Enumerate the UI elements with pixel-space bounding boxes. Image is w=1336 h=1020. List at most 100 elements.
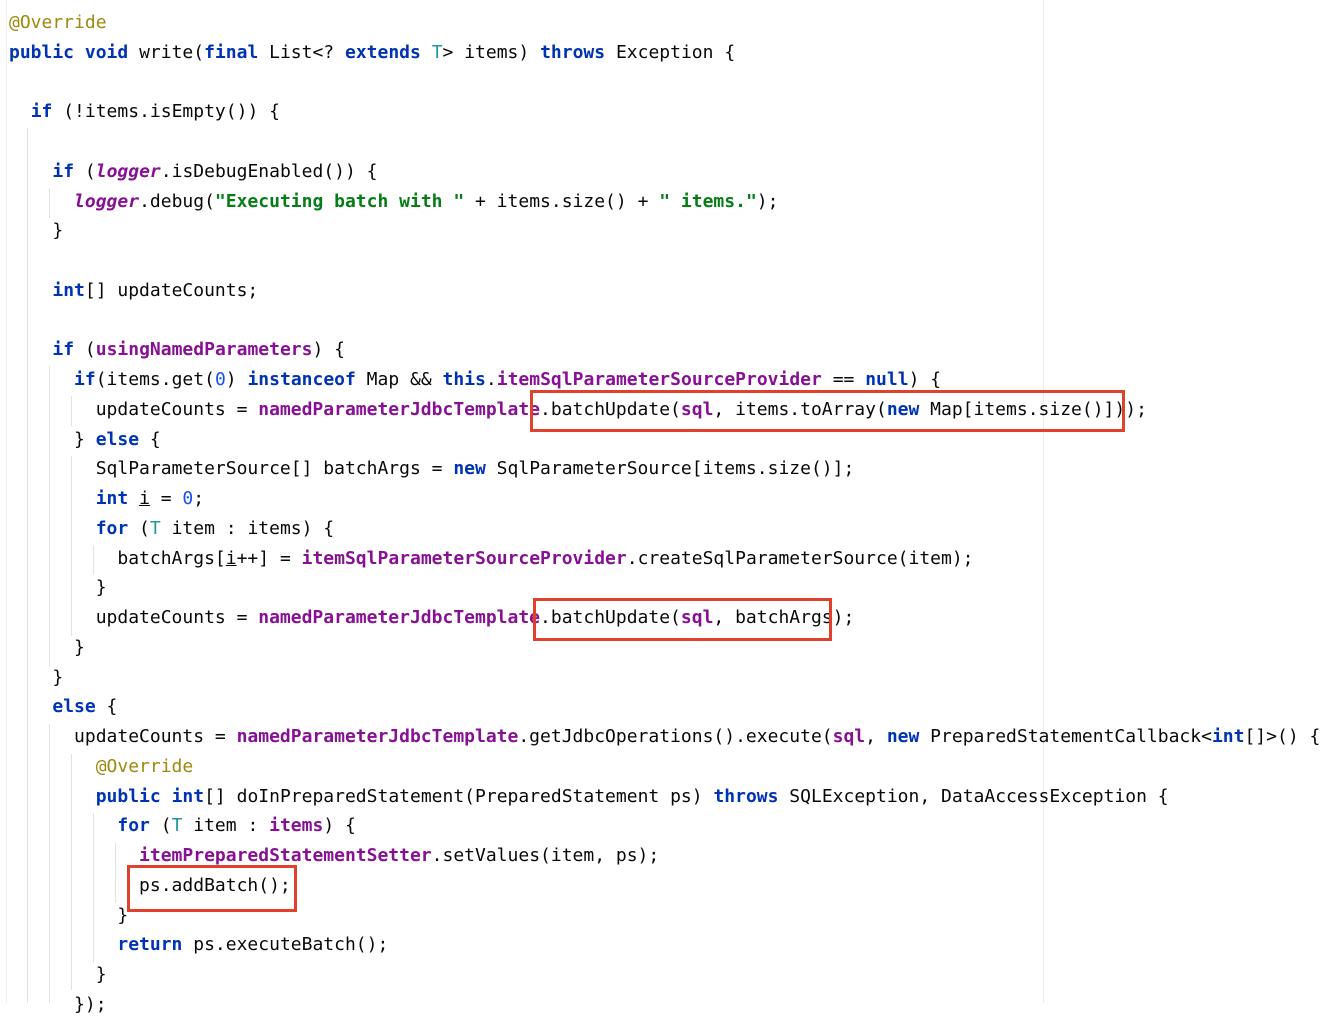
code-token: logger (95, 161, 161, 182)
code-token: ( (74, 161, 96, 182)
code-token: ); (756, 191, 779, 212)
code-token: ( (128, 518, 150, 539)
code-token: }); (9, 994, 107, 1015)
code-token: .createSqlParameterSource(item); (626, 548, 974, 569)
code-token: item : items) { (160, 518, 335, 539)
code-token: int (1211, 726, 1245, 747)
code-line: } (9, 663, 63, 693)
code-line: } (9, 216, 63, 246)
code-token: logger (74, 191, 140, 212)
code-token: null (865, 369, 909, 390)
code-token: if (30, 101, 53, 122)
code-token: T (431, 42, 443, 63)
code-line: int i = 0; (9, 484, 204, 514)
code-token: for (95, 518, 129, 539)
code-token: ) { (312, 339, 345, 360)
code-line: @Override (9, 752, 194, 782)
code-token: "Executing batch with " (214, 191, 465, 212)
code-line: } (9, 960, 107, 990)
code-token: .getJdbcOperations().execute( (518, 726, 833, 747)
code-token: > items) (442, 42, 541, 63)
gutter-border (6, 0, 7, 1003)
code-token: ps.executeBatch(); (182, 934, 389, 955)
code-token: @Override (95, 756, 194, 777)
code-token: PreparedStatementCallback< (919, 726, 1212, 747)
code-token: } (9, 637, 85, 658)
code-token: extends (344, 42, 421, 63)
code-token: } (9, 220, 64, 241)
code-token: ) { (323, 815, 356, 836)
code-token: []>() { (1244, 726, 1321, 747)
code-token: (!items.isEmpty()) { (52, 101, 280, 122)
code-token: if (74, 369, 96, 390)
code-token: , (865, 726, 887, 747)
code-token: this (442, 369, 486, 390)
code-token: @Override (9, 12, 107, 33)
code-token: List<? (258, 42, 345, 63)
code-token: instanceof (247, 369, 356, 390)
code-token: i (225, 548, 237, 569)
code-token: == (821, 369, 866, 390)
code-token: else (52, 696, 96, 717)
code-line: }); (9, 990, 107, 1020)
code-token: updateCounts = (9, 726, 237, 747)
code-token: public (95, 786, 161, 807)
code-token: . (485, 369, 497, 390)
code-token: for (117, 815, 150, 836)
code-token: } (9, 429, 96, 450)
code-editor[interactable]: @Override public void write(final List<? … (0, 0, 1336, 1020)
code-line: public int[] doInPreparedStatement(Prepa… (9, 782, 1169, 812)
code-token: = (149, 488, 183, 509)
highlight-box-add-batch (127, 865, 297, 912)
code-token: + items.size() + (464, 191, 660, 212)
code-token: [] doInPreparedStatement(PreparedStateme… (204, 786, 714, 807)
code-line: } else { (9, 425, 161, 455)
code-token: throws (713, 786, 779, 807)
code-token: } (9, 964, 107, 985)
code-token: namedParameterJdbcTemplate (236, 726, 519, 747)
code-token: T (149, 518, 161, 539)
code-token: public (9, 42, 75, 63)
code-token: items (269, 815, 324, 836)
code-token: new (886, 726, 920, 747)
code-token: ; (193, 488, 205, 509)
code-line: } (9, 573, 107, 603)
code-line: logger.debug("Executing batch with " + i… (9, 187, 778, 217)
code-token: .setValues(item, ps); (431, 845, 660, 866)
code-token: Map && (355, 369, 443, 390)
code-line: if (usingNamedParameters) { (9, 335, 345, 365)
code-token: Exception { (605, 42, 736, 63)
right-margin-guide (1043, 0, 1044, 1003)
code-token: } (9, 667, 64, 688)
code-token: usingNamedParameters (95, 339, 313, 360)
code-line: int[] updateCounts; (9, 276, 258, 306)
code-token: .debug( (139, 191, 215, 212)
code-line: batchArgs[i++] = itemSqlParameterSourceP… (9, 544, 974, 574)
code-token: T (171, 815, 183, 836)
code-token: ( (149, 815, 172, 836)
code-token: else (95, 429, 140, 450)
code-token: write( (128, 42, 205, 63)
code-token: updateCounts = (9, 607, 259, 628)
code-line: SqlParameterSource[] batchArgs = new Sql… (9, 454, 855, 484)
code-token: namedParameterJdbcTemplate (258, 607, 541, 628)
code-token: 0 (182, 488, 194, 509)
code-token: int (52, 280, 85, 301)
code-line: } (9, 633, 85, 663)
